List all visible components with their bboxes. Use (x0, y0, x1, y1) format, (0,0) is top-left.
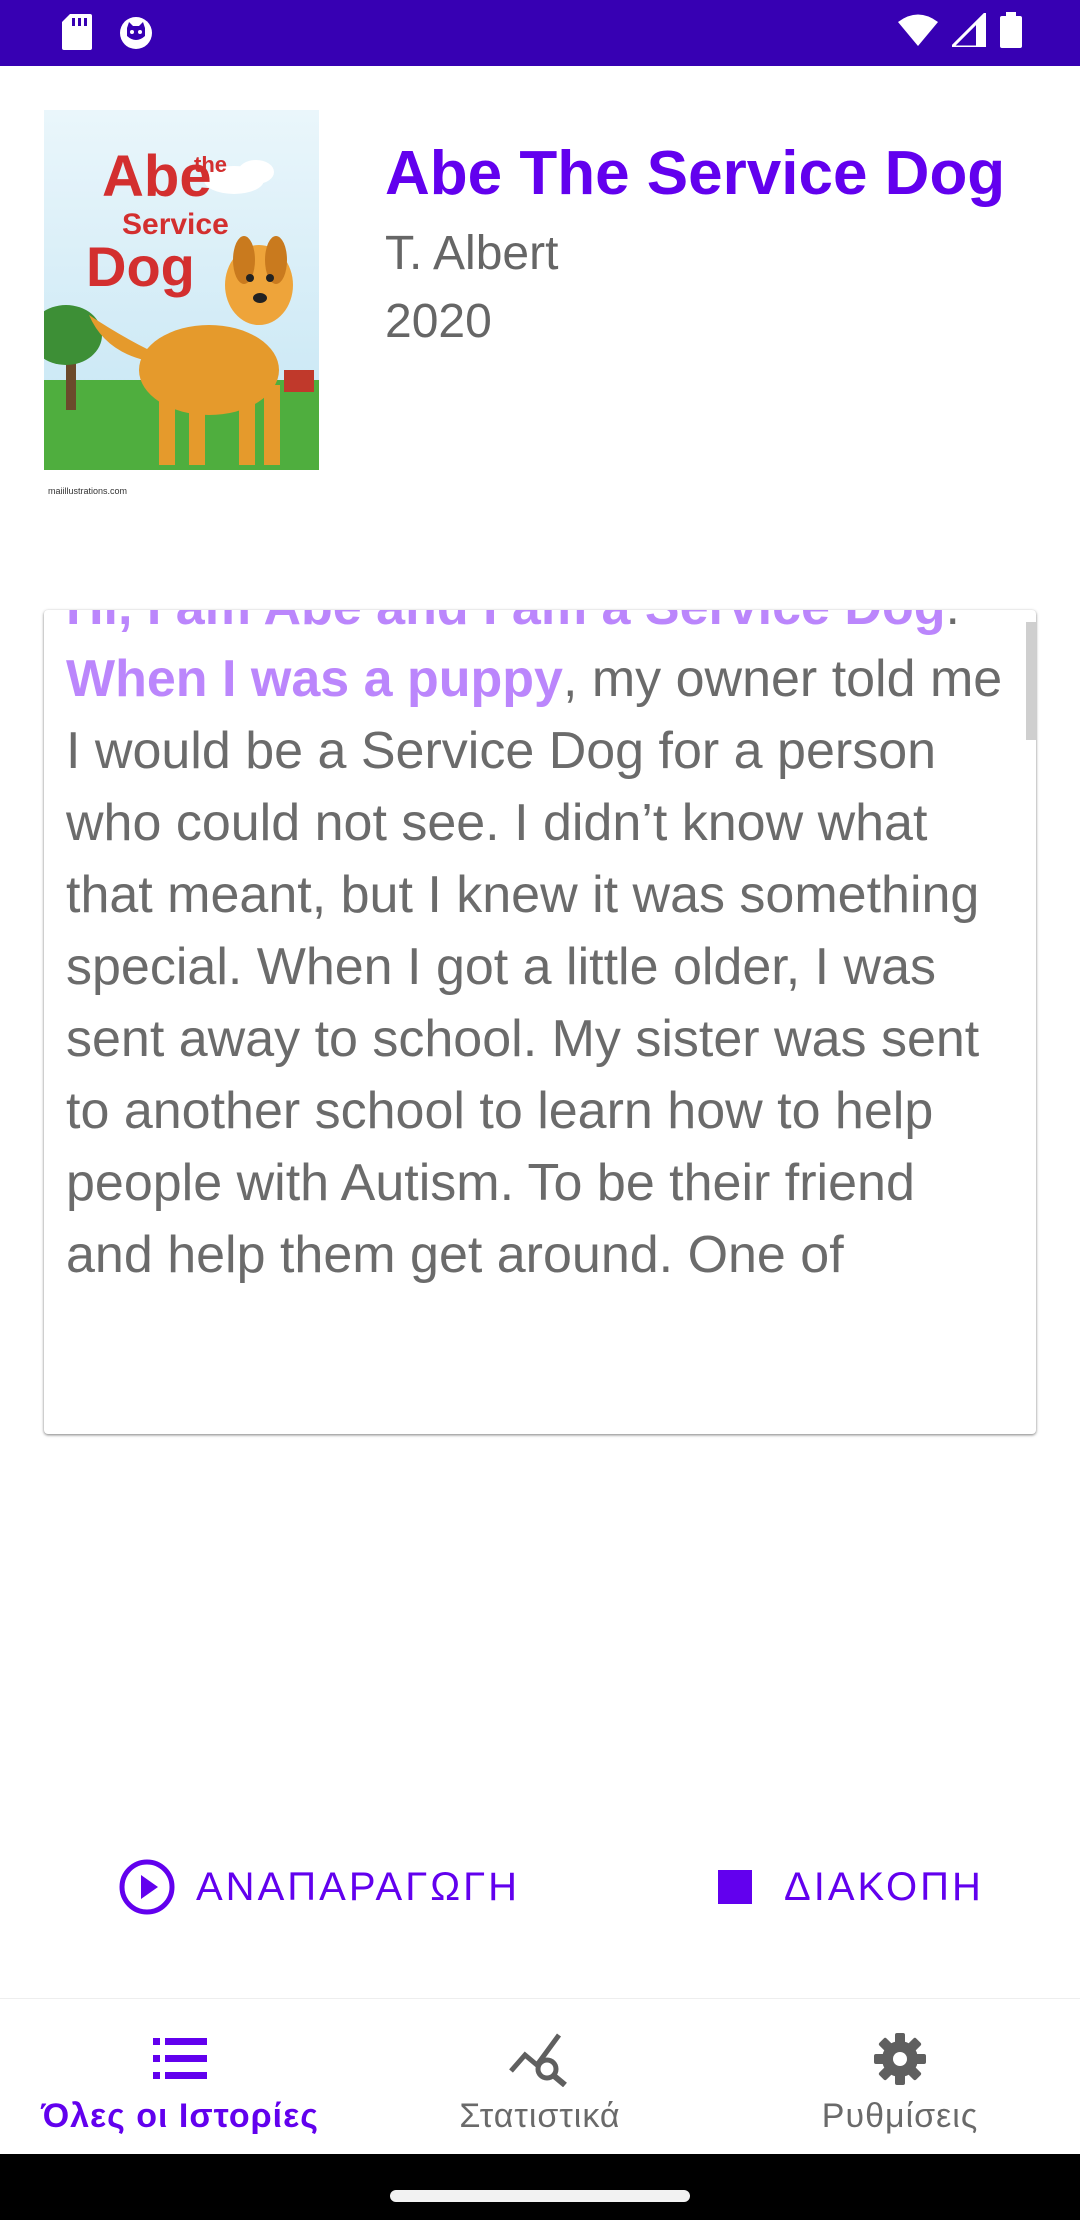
status-bar (0, 0, 1080, 66)
home-gesture-bar[interactable] (390, 2190, 690, 2202)
story-separator: . (945, 610, 959, 636)
signal-icon (948, 9, 988, 52)
wifi-icon (898, 13, 938, 52)
nav-item-stats[interactable]: Στατιστικά (360, 1999, 720, 2155)
nav-label-stats: Στατιστικά (459, 2097, 621, 2135)
story-highlight-phrase: Hi, I am Abe and I am a Service Dog (66, 610, 945, 636)
stop-button[interactable]: ΔΙΑΚΟΠΗ (706, 1858, 984, 1916)
story-body: , my owner told me I would be a Service … (66, 650, 1003, 1284)
nav-item-all-stories[interactable]: Όλες οι Ιστορίες (0, 1999, 360, 2155)
cover-title-dog: Dog (86, 235, 195, 298)
list-icon (153, 2029, 207, 2089)
story-highlight-current: When I was a puppy (66, 650, 563, 708)
cover-title-the: the (194, 152, 227, 177)
nav-label-all-stories: Όλες οι Ιστορίες (41, 2097, 319, 2135)
story-text-card[interactable]: Hi, I am Abe and I am a Service Dog. Whe… (44, 610, 1036, 1434)
system-navigation-bar (0, 2154, 1080, 2220)
sd-card-icon (62, 14, 92, 55)
stats-search-icon (509, 2029, 571, 2089)
play-label: ΑΝΑΠΑΡΑΓΩΓΗ (196, 1864, 521, 1909)
scrollbar-thumb[interactable] (1026, 622, 1036, 740)
story-text: Hi, I am Abe and I am a Service Dog. Whe… (66, 610, 1006, 1291)
book-author: T. Albert (385, 227, 559, 280)
nav-item-settings[interactable]: Ρυθμίσεις (720, 1999, 1080, 2155)
cover-credit: maiillustrations.com (48, 486, 127, 496)
book-title: Abe The Service Dog (385, 139, 1006, 208)
battery-icon (1000, 12, 1022, 53)
book-cover-image: Abe the Service Dog maiillustrations.com (44, 110, 319, 515)
nav-label-settings: Ρυθμίσεις (821, 2097, 979, 2135)
gear-icon (873, 2029, 927, 2089)
cat-icon (118, 14, 154, 55)
play-button[interactable]: ΑΝΑΠΑΡΑΓΩΓΗ (118, 1858, 520, 1916)
book-year: 2020 (385, 295, 492, 348)
play-circle-icon (118, 1858, 176, 1916)
bottom-navigation: Όλες οι Ιστορίες Στατιστικά Ρυθμίσεις (0, 1998, 1080, 2155)
stop-icon (706, 1858, 764, 1916)
stop-label: ΔΙΑΚΟΠΗ (784, 1864, 984, 1909)
